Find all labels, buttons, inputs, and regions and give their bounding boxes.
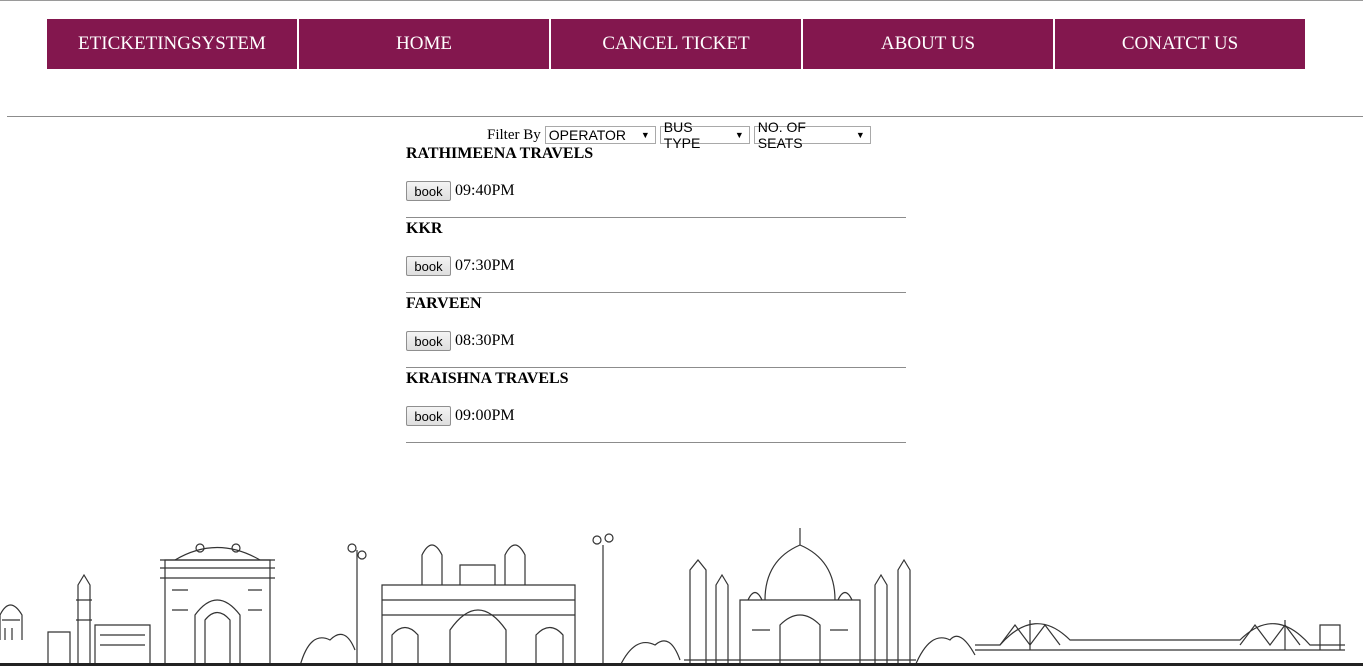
bus-operator-name: FARVEEN (406, 295, 482, 312)
caret-down-icon: ▼ (640, 130, 650, 140)
city-skyline-illustration (0, 528, 1345, 666)
bus-operator-name: KKR (406, 220, 443, 237)
bus-operator-name: RATHIMEENA TRAVELS (406, 145, 594, 162)
list-item: KRAISHNA TRAVELS book 09:00PM (406, 368, 906, 443)
nav-home[interactable]: HOME (299, 19, 549, 69)
list-item: KKR book 07:30PM (406, 218, 906, 293)
book-button[interactable]: book (406, 331, 451, 351)
bus-list: RATHIMEENA TRAVELS book 09:40PM KKR book… (406, 143, 906, 443)
operator-select[interactable]: OPERATOR ▼ (544, 126, 656, 144)
departure-time: 09:40PM (455, 182, 515, 199)
book-button[interactable]: book (406, 406, 451, 426)
caret-down-icon: ▼ (734, 130, 744, 140)
book-row: book 07:30PM (406, 256, 515, 276)
top-divider (0, 0, 1363, 1)
departure-time: 08:30PM (455, 332, 515, 349)
nav-about-us[interactable]: ABOUT US (803, 19, 1053, 69)
filter-label: Filter By (487, 126, 541, 143)
main-nav: ETICKETINGSYSTEM HOME CANCEL TICKET ABOU… (47, 19, 1305, 69)
operator-select-value: OPERATOR (548, 127, 627, 143)
nav-contact-us[interactable]: CONATCT US (1055, 19, 1305, 69)
filter-bar: Filter By OPERATOR ▼ BUS TYPE ▼ NO. OF S… (487, 119, 875, 151)
book-row: book 09:00PM (406, 406, 515, 426)
departure-time: 07:30PM (455, 257, 515, 274)
departure-time: 09:00PM (455, 407, 515, 424)
bus-type-select[interactable]: BUS TYPE ▼ (659, 119, 750, 151)
content-divider (7, 116, 1363, 117)
list-item: FARVEEN book 08:30PM (406, 293, 906, 368)
book-button[interactable]: book (406, 181, 451, 201)
nav-brand[interactable]: ETICKETINGSYSTEM (47, 19, 297, 69)
seats-select[interactable]: NO. OF SEATS ▼ (753, 119, 871, 151)
book-button[interactable]: book (406, 256, 451, 276)
book-row: book 09:40PM (406, 181, 515, 201)
caret-down-icon: ▼ (855, 130, 865, 140)
list-item: RATHIMEENA TRAVELS book 09:40PM (406, 143, 906, 218)
book-row: book 08:30PM (406, 331, 515, 351)
bus-operator-name: KRAISHNA TRAVELS (406, 370, 569, 387)
nav-cancel-ticket[interactable]: CANCEL TICKET (551, 19, 801, 69)
